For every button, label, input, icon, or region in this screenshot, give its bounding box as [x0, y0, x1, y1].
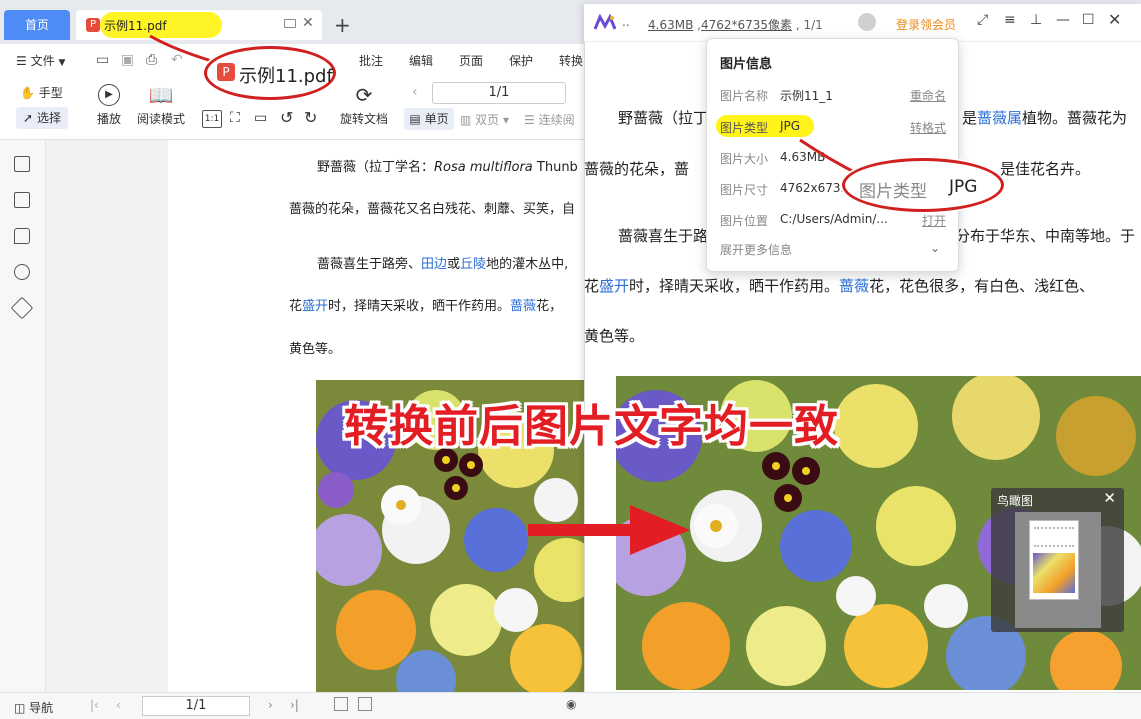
next-page-icon[interactable]: ›	[268, 698, 273, 712]
thumbnail-text	[1034, 527, 1074, 547]
first-page-icon[interactable]: |‹	[90, 698, 99, 712]
thumbnail-image	[1033, 553, 1075, 593]
prev-page-icon[interactable]: ‹	[116, 698, 121, 712]
last-page-icon[interactable]: ›|	[290, 698, 299, 712]
callout-arrows	[149, 34, 861, 555]
sidebar-icon: ◫	[14, 701, 26, 715]
close-icon[interactable]: ✕	[1103, 489, 1116, 507]
thumbnail-frame	[1015, 512, 1101, 628]
birds-eye-view[interactable]: 鸟瞰图 ✕	[991, 488, 1124, 632]
file-callout: P 示例11.pdf	[204, 46, 336, 100]
next-view-icon[interactable]	[358, 697, 372, 711]
birds-eye-title: 鸟瞰图	[997, 494, 1034, 508]
nav-label: 导航	[29, 701, 54, 715]
type-callout-value: JPG	[949, 177, 978, 197]
headline-annotation: 转换前后图片文字均一致	[344, 401, 839, 452]
status-bar: ◫ 导航 |‹ ‹ 1/1 › ›| ◉	[0, 692, 1141, 719]
file-callout-label: 示例11.pdf	[239, 66, 333, 87]
eye-icon[interactable]: ◉	[566, 697, 576, 711]
pdf-icon: P	[217, 63, 235, 81]
type-callout-key: 图片类型	[859, 182, 927, 202]
type-callout: 图片类型 JPG	[842, 158, 1004, 212]
status-page-input[interactable]: 1/1	[142, 696, 250, 716]
thumbnail-page	[1029, 520, 1079, 600]
prev-view-icon[interactable]	[334, 697, 348, 711]
navigation-toggle[interactable]: ◫ 导航	[14, 699, 53, 716]
